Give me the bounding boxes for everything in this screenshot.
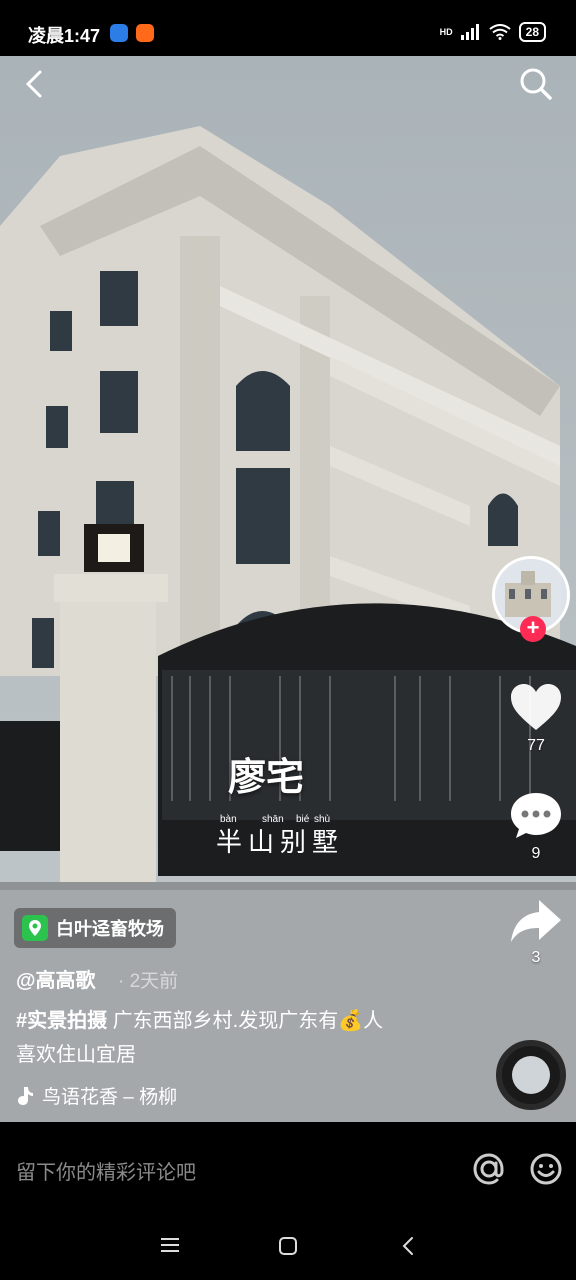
network-type: HD (439, 27, 453, 37)
comment-bar[interactable]: 留下你的精彩评论吧 (0, 1122, 576, 1212)
music-disc[interactable] (496, 1040, 566, 1110)
like-count: 77 (527, 737, 545, 754)
video-frame (0, 56, 576, 1122)
menu-icon[interactable] (160, 1236, 180, 1254)
post-description: #实景拍摄 广东西部乡村.发现广东有💰人 喜欢住山宜居 (16, 1004, 436, 1072)
back-button[interactable] (14, 64, 54, 104)
search-button[interactable] (516, 64, 556, 104)
comment-count: 9 (531, 845, 541, 862)
wifi-icon (489, 24, 511, 40)
music-note-icon (18, 1086, 33, 1105)
battery-indicator: 28 (518, 22, 546, 42)
music-info[interactable]: 鸟语花香 – 杨柳 (16, 1082, 177, 1109)
music-title: 鸟语花香 – 杨柳 (42, 1087, 178, 1108)
share-icon (511, 900, 561, 942)
music-disc-cover (512, 1056, 550, 1094)
hashtag-link[interactable]: #实景拍摄 (16, 1010, 107, 1032)
status-indicators: HD 28 (440, 22, 546, 42)
description-line1: 广东西部乡村.发现广东有💰人 (107, 1010, 384, 1032)
back-nav-icon[interactable] (400, 1236, 416, 1256)
video-overlay-title: 廖宅 (228, 754, 305, 799)
back-icon (25, 70, 42, 98)
heart-icon (511, 684, 561, 730)
app-notification-icon-2 (136, 24, 154, 42)
status-time: 凌晨1:47 (28, 26, 101, 46)
post-time: · 2天前 (118, 971, 179, 992)
comment-button[interactable]: 9 (496, 790, 576, 863)
description-line2: 喜欢住山宜居 (16, 1044, 136, 1066)
location-pin-icon (22, 915, 48, 941)
comment-input-placeholder[interactable]: 留下你的精彩评论吧 (16, 1156, 196, 1185)
share-button[interactable]: 3 (496, 898, 576, 967)
search-icon (520, 68, 552, 100)
like-button[interactable]: 77 (496, 682, 576, 755)
share-count: 3 (531, 949, 541, 966)
app-notification-icon (110, 24, 128, 42)
comment-icon (511, 793, 561, 838)
author-name[interactable]: @高高歌 (16, 964, 96, 993)
follow-button[interactable]: + (520, 616, 546, 642)
status-bar: 凌晨1:47 HD 28 (0, 0, 576, 56)
video-overlay-subtitle: 半山别墅 (216, 828, 345, 858)
home-icon[interactable] (278, 1236, 298, 1256)
emoji-icon[interactable] (529, 1152, 563, 1186)
location-name: 白叶迳畜牧场 (56, 919, 164, 939)
location-tag[interactable]: 白叶迳畜牧场 (14, 908, 176, 948)
video-player[interactable] (0, 56, 576, 1122)
signal-icon (460, 24, 479, 40)
at-icon[interactable] (472, 1152, 506, 1186)
system-nav-bar (0, 1212, 576, 1280)
